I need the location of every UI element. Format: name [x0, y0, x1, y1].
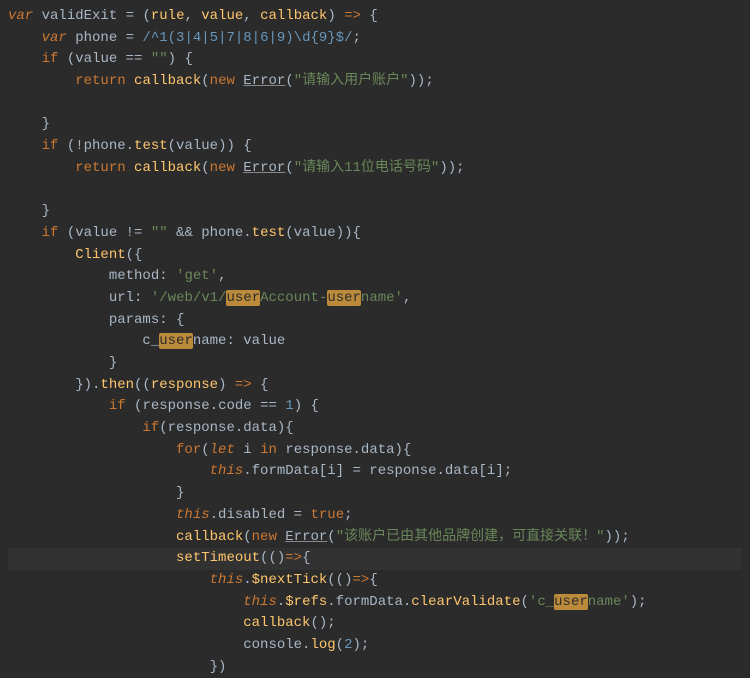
- fn-name: validExit: [42, 8, 118, 24]
- highlight-user: user: [554, 594, 588, 610]
- highlight-user: user: [226, 290, 260, 306]
- err-empty: "请输入用户账户": [294, 73, 409, 89]
- highlight-user: user: [327, 290, 361, 306]
- code-editor[interactable]: var validExit = (rule, value, callback) …: [0, 0, 750, 678]
- err-phone: "请输入11位电话号码": [294, 160, 440, 176]
- highlight-user: user: [159, 333, 193, 349]
- err-exist: "该账户已由其他品牌创建，可直接关联！": [336, 529, 605, 545]
- current-line: setTimeout(()=>{: [8, 548, 742, 570]
- phone-regex: /^1(3|4|5|7|8|6|9)\d{9}$/: [142, 30, 352, 46]
